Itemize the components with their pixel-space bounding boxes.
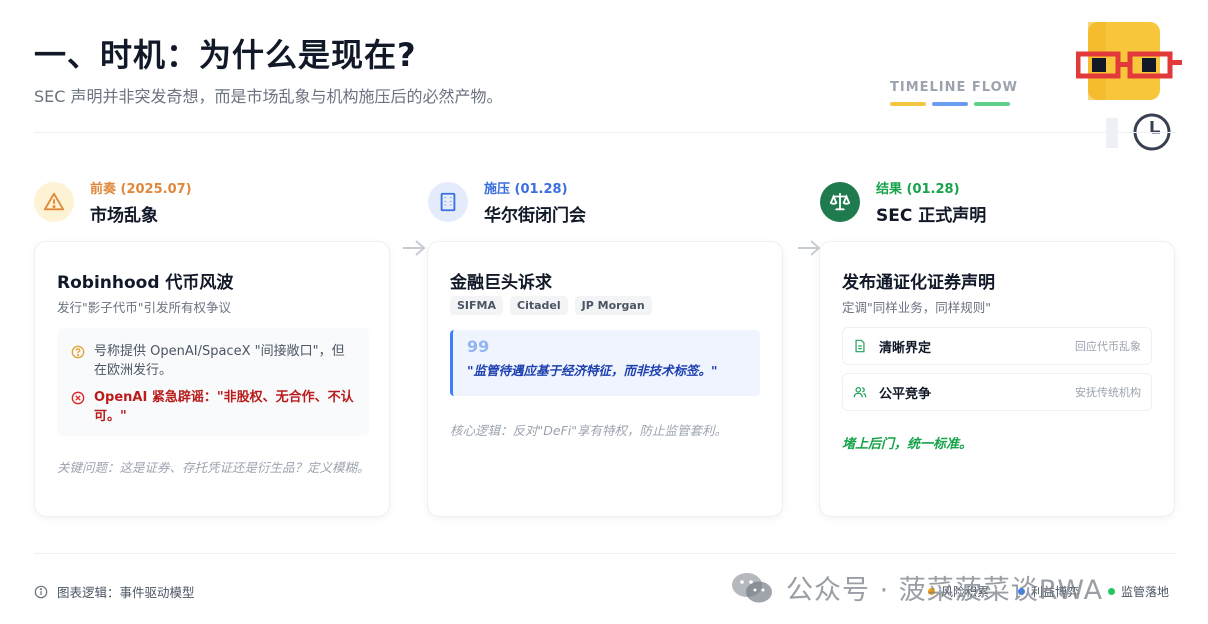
watermark-text: 公众号 · 菠菜菠菜谈RWA bbox=[786, 575, 1104, 606]
card-title: Robinhood 代币风波 bbox=[57, 273, 234, 293]
info-circle-icon bbox=[34, 585, 48, 598]
card-sec-statement: 发布通证化证券声明 定调"同样业务，同样规则" 清晰界定 回应代币乱象 公平竞争… bbox=[819, 241, 1175, 517]
card-logic-note: 核心逻辑：反对"DeFi"享有特权，防止监管套利。 bbox=[450, 423, 727, 438]
result-slogan: 堵上后门，统一标准。 bbox=[842, 437, 973, 452]
timeline-flow-legend: TIMELINE FLOW bbox=[890, 80, 1019, 106]
page-title: 一、时机：为什么是现在? bbox=[34, 36, 417, 74]
stage-pressure-tag: 施压 (01.28) bbox=[484, 182, 568, 197]
notes-box: 号称提供 OpenAI/SpaceX "间接敞口"，但在欧洲发行。 OpenAI… bbox=[57, 328, 369, 436]
legend-dot bbox=[1108, 588, 1115, 595]
warning-triangle-icon bbox=[43, 192, 65, 211]
stage-result-circle bbox=[820, 182, 860, 222]
timeline-bar-yellow bbox=[890, 102, 926, 106]
stage-prelude-tag: 前奏 (2025.07) bbox=[90, 182, 192, 197]
timeline-color-bars bbox=[890, 102, 1014, 106]
building-icon bbox=[440, 192, 456, 212]
scale-balance-icon bbox=[829, 192, 851, 211]
chart-logic-label: 图表逻辑：事件驱动模型 bbox=[57, 585, 195, 600]
chart-logic-note: 图表逻辑：事件驱动模型 bbox=[34, 582, 195, 601]
result-note: 安抚传统机构 bbox=[1075, 386, 1141, 399]
legend-label: 监管落地 bbox=[1121, 585, 1170, 599]
card-finance-giants: 金融巨头诉求 SIFMA Citadel JP Morgan 99 "监管待遇应… bbox=[427, 241, 783, 517]
header-divider bbox=[34, 132, 1176, 133]
stage-pressure-name: 华尔街闭门会 bbox=[484, 206, 586, 226]
stage-prelude-circle bbox=[34, 182, 74, 222]
page-subtitle: SEC 声明并非突发奇想，而是市场乱象与机构施压后的必然产物。 bbox=[34, 87, 503, 106]
arrow-right-icon bbox=[403, 240, 426, 256]
footer-divider bbox=[34, 553, 1176, 554]
stage-pressure-circle bbox=[428, 182, 468, 222]
card-title: 发布通证化证券声明 bbox=[842, 273, 995, 293]
timeline-flow-label: TIMELINE FLOW bbox=[890, 80, 1019, 95]
mascot-illustration bbox=[1076, 22, 1182, 151]
x-circle-icon bbox=[71, 391, 85, 405]
stage-prelude-name: 市场乱象 bbox=[90, 206, 158, 226]
users-icon bbox=[853, 387, 867, 398]
stage-prelude: 前奏 (2025.07) 市场乱象 bbox=[34, 178, 192, 226]
card-title: 金融巨头诉求 bbox=[450, 273, 552, 293]
legend-regulation: 监管落地 bbox=[1108, 583, 1169, 600]
note-error: OpenAI 紧急辟谣："非股权、无合作、不认可。" bbox=[71, 388, 355, 426]
note-text: OpenAI 紧急辟谣："非股权、无合作、不认可。" bbox=[94, 390, 354, 424]
watermark: 公众号 · 菠菜菠菜谈RWA bbox=[730, 568, 1103, 607]
note-question: 号称提供 OpenAI/SpaceX "间接敞口"，但在欧洲发行。 bbox=[71, 342, 355, 380]
card-footnote: 关键问题：这是证券、存托凭证还是衍生品？定义模糊。 bbox=[57, 460, 370, 475]
note-text: 号称提供 OpenAI/SpaceX "间接敞口"，但在欧洲发行。 bbox=[94, 344, 345, 378]
result-item-fairness: 公平竞争 安抚传统机构 bbox=[842, 373, 1152, 411]
card-robinhood: Robinhood 代币风波 发行"影子代币"引发所有权争议 号称提供 Open… bbox=[34, 241, 390, 517]
question-circle-icon bbox=[71, 345, 85, 359]
stage-result: 结果 (01.28) SEC 正式声明 bbox=[820, 178, 986, 226]
wechat-icon bbox=[732, 572, 772, 602]
chip-citadel: Citadel bbox=[510, 296, 568, 315]
quote-text: "监管待遇应基于经济特征，而非技术标签。" bbox=[467, 363, 718, 378]
quote-box: 99 "监管待遇应基于经济特征，而非技术标签。" bbox=[450, 330, 760, 396]
quote-icon: 99 bbox=[467, 337, 490, 356]
card-subtitle: 发行"影子代币"引发所有权争议 bbox=[57, 300, 231, 315]
stage-result-name: SEC 正式声明 bbox=[876, 206, 987, 226]
card-subtitle: 定调"同样业务，同样规则" bbox=[842, 300, 991, 315]
result-label: 公平竞争 bbox=[879, 386, 932, 402]
result-label: 清晰界定 bbox=[879, 340, 932, 356]
stage-pressure: 施压 (01.28) 华尔街闭门会 bbox=[428, 178, 586, 226]
page: 一、时机：为什么是现在? SEC 声明并非突发奇想，而是市场乱象与机构施压后的必… bbox=[0, 0, 1208, 624]
chip-jpmorgan: JP Morgan bbox=[574, 296, 652, 315]
stage-result-tag: 结果 (01.28) bbox=[876, 182, 960, 197]
institution-chips: SIFMA Citadel JP Morgan bbox=[450, 296, 652, 315]
timeline-bar-green bbox=[974, 102, 1010, 106]
result-note: 回应代币乱象 bbox=[1075, 340, 1141, 353]
result-item-clarity: 清晰界定 回应代币乱象 bbox=[842, 327, 1152, 365]
document-icon bbox=[855, 339, 865, 353]
chip-sifma: SIFMA bbox=[450, 296, 503, 315]
timeline-bar-blue bbox=[932, 102, 968, 106]
